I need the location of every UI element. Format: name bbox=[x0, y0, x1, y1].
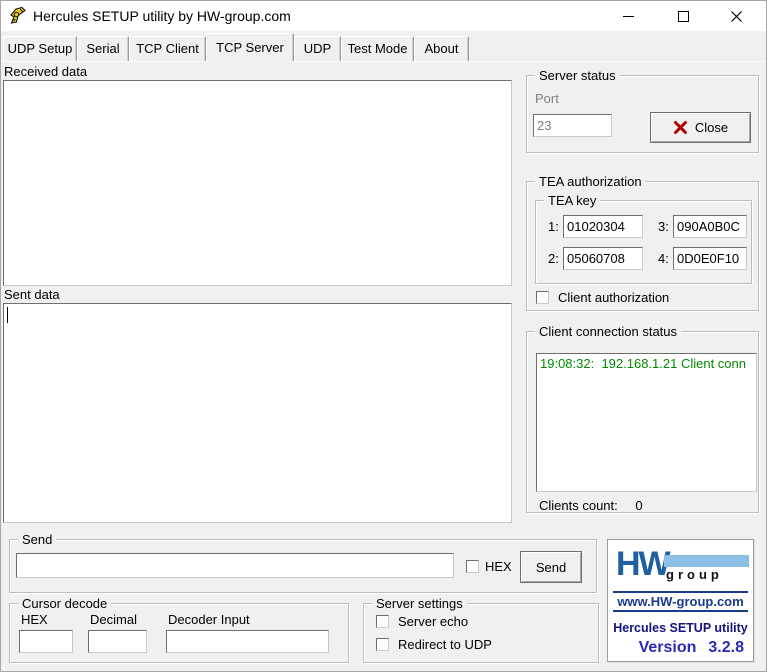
maximize-icon bbox=[678, 11, 689, 22]
close-server-button[interactable]: Close bbox=[650, 112, 751, 143]
cursor-hex-input[interactable] bbox=[19, 630, 73, 653]
clients-count-value: 0 bbox=[635, 498, 642, 513]
maximize-button[interactable] bbox=[660, 1, 706, 31]
hex-checkbox[interactable] bbox=[466, 560, 479, 573]
tab-bar: UDP Setup Serial TCP Client TCP Server U… bbox=[3, 33, 469, 61]
decoder-input-label: Decoder Input bbox=[168, 612, 250, 627]
logo-rule-bottom bbox=[613, 610, 748, 612]
client-authorization-checkbox[interactable] bbox=[536, 291, 549, 304]
logo-rule-top bbox=[613, 591, 748, 593]
tea-key-title: TEA key bbox=[544, 193, 600, 208]
tab-test-mode[interactable]: Test Mode bbox=[341, 36, 414, 61]
server-status-group: Server status Port Close bbox=[526, 75, 759, 153]
redirect-to-udp-checkbox[interactable] bbox=[376, 638, 389, 651]
logo-group-text: group bbox=[666, 567, 723, 582]
tab-tcp-server[interactable]: TCP Server bbox=[206, 33, 294, 61]
tea-key-3-label: 3: bbox=[658, 219, 669, 234]
cursor-decode-title: Cursor decode bbox=[18, 596, 111, 611]
send-input[interactable] bbox=[16, 553, 454, 578]
client-connection-status-group: Client connection status 19:08:32: 192.1… bbox=[526, 331, 759, 513]
connection-log-line: 19:08:32: 192.168.1.21 Client conn bbox=[537, 354, 756, 373]
logo-hw-text: HW bbox=[616, 548, 669, 580]
cursor-decimal-label: Decimal bbox=[90, 612, 137, 627]
text-caret bbox=[7, 307, 8, 323]
cursor-decode-group: Cursor decode HEX Decimal Decoder Input bbox=[9, 603, 349, 663]
received-data-area[interactable] bbox=[3, 80, 512, 286]
title-bar: Hercules SETUP utility by HW-group.com bbox=[1, 1, 766, 31]
send-button[interactable]: Send bbox=[520, 551, 582, 583]
port-label: Port bbox=[535, 91, 559, 106]
tab-strip-baseline bbox=[1, 61, 766, 62]
hw-group-logo-panel[interactable]: HW group www.HW-group.com Hercules SETUP… bbox=[607, 539, 754, 662]
logo-version-value: 3.2.8 bbox=[708, 639, 744, 657]
logo-blue-bar bbox=[664, 555, 749, 567]
hercules-window: Hercules SETUP utility by HW-group.com U… bbox=[0, 0, 767, 672]
close-icon bbox=[730, 10, 743, 23]
port-input[interactable] bbox=[533, 114, 612, 137]
sent-data-label: Sent data bbox=[4, 287, 60, 302]
cursor-hex-label: HEX bbox=[21, 612, 48, 627]
tea-key-1-input[interactable] bbox=[563, 215, 643, 238]
client-connection-status-title: Client connection status bbox=[535, 324, 681, 339]
server-status-title: Server status bbox=[535, 68, 620, 83]
tea-authorization-group: TEA authorization TEA key 1: 3: 2: 4: Cl… bbox=[526, 181, 759, 311]
sent-data-area[interactable] bbox=[3, 303, 512, 523]
redirect-to-udp-label: Redirect to UDP bbox=[398, 637, 492, 652]
tab-udp[interactable]: UDP bbox=[294, 36, 341, 61]
logo-version-label: Version bbox=[639, 639, 697, 657]
decoder-input[interactable] bbox=[166, 630, 329, 653]
client-authorization-label: Client authorization bbox=[558, 290, 669, 305]
clients-count-label: Clients count: bbox=[539, 498, 618, 513]
tab-about[interactable]: About bbox=[414, 36, 469, 61]
close-window-button[interactable] bbox=[713, 1, 759, 31]
tab-udp-setup[interactable]: UDP Setup bbox=[3, 36, 77, 61]
send-group: Send HEX Send bbox=[9, 539, 597, 593]
server-echo-label: Server echo bbox=[398, 614, 468, 629]
tea-key-1-label: 1: bbox=[548, 219, 559, 234]
window-title: Hercules SETUP utility by HW-group.com bbox=[33, 8, 291, 24]
app-pistol-icon bbox=[7, 6, 27, 26]
tea-key-2-input[interactable] bbox=[563, 247, 643, 270]
red-x-icon bbox=[673, 120, 688, 135]
tea-authorization-title: TEA authorization bbox=[535, 174, 646, 189]
logo-url: www.HW-group.com bbox=[608, 594, 753, 609]
close-server-label: Close bbox=[695, 120, 728, 135]
connection-log[interactable]: 19:08:32: 192.168.1.21 Client conn bbox=[536, 353, 757, 492]
minimize-button[interactable] bbox=[605, 1, 651, 31]
tea-key-2-label: 2: bbox=[548, 251, 559, 266]
tab-tcp-client[interactable]: TCP Client bbox=[129, 36, 206, 61]
server-echo-checkbox[interactable] bbox=[376, 615, 389, 628]
minimize-icon bbox=[623, 16, 634, 17]
send-button-label: Send bbox=[536, 560, 566, 575]
clients-count-row: Clients count: 0 bbox=[539, 498, 643, 513]
cursor-decimal-input[interactable] bbox=[88, 630, 147, 653]
server-settings-title: Server settings bbox=[372, 596, 467, 611]
hex-checkbox-label: HEX bbox=[485, 559, 512, 574]
server-settings-group: Server settings Server echo Redirect to … bbox=[363, 603, 599, 663]
logo-version: Version 3.2.8 bbox=[639, 639, 744, 657]
tea-key-3-input[interactable] bbox=[673, 215, 747, 238]
logo-app-name: Hercules SETUP utility bbox=[608, 621, 753, 635]
tea-key-4-input[interactable] bbox=[673, 247, 747, 270]
received-data-label: Received data bbox=[4, 64, 87, 79]
tea-key-4-label: 4: bbox=[658, 251, 669, 266]
send-title: Send bbox=[18, 532, 56, 547]
tab-serial[interactable]: Serial bbox=[77, 36, 129, 61]
tea-key-group: TEA key 1: 3: 2: 4: bbox=[535, 200, 752, 284]
